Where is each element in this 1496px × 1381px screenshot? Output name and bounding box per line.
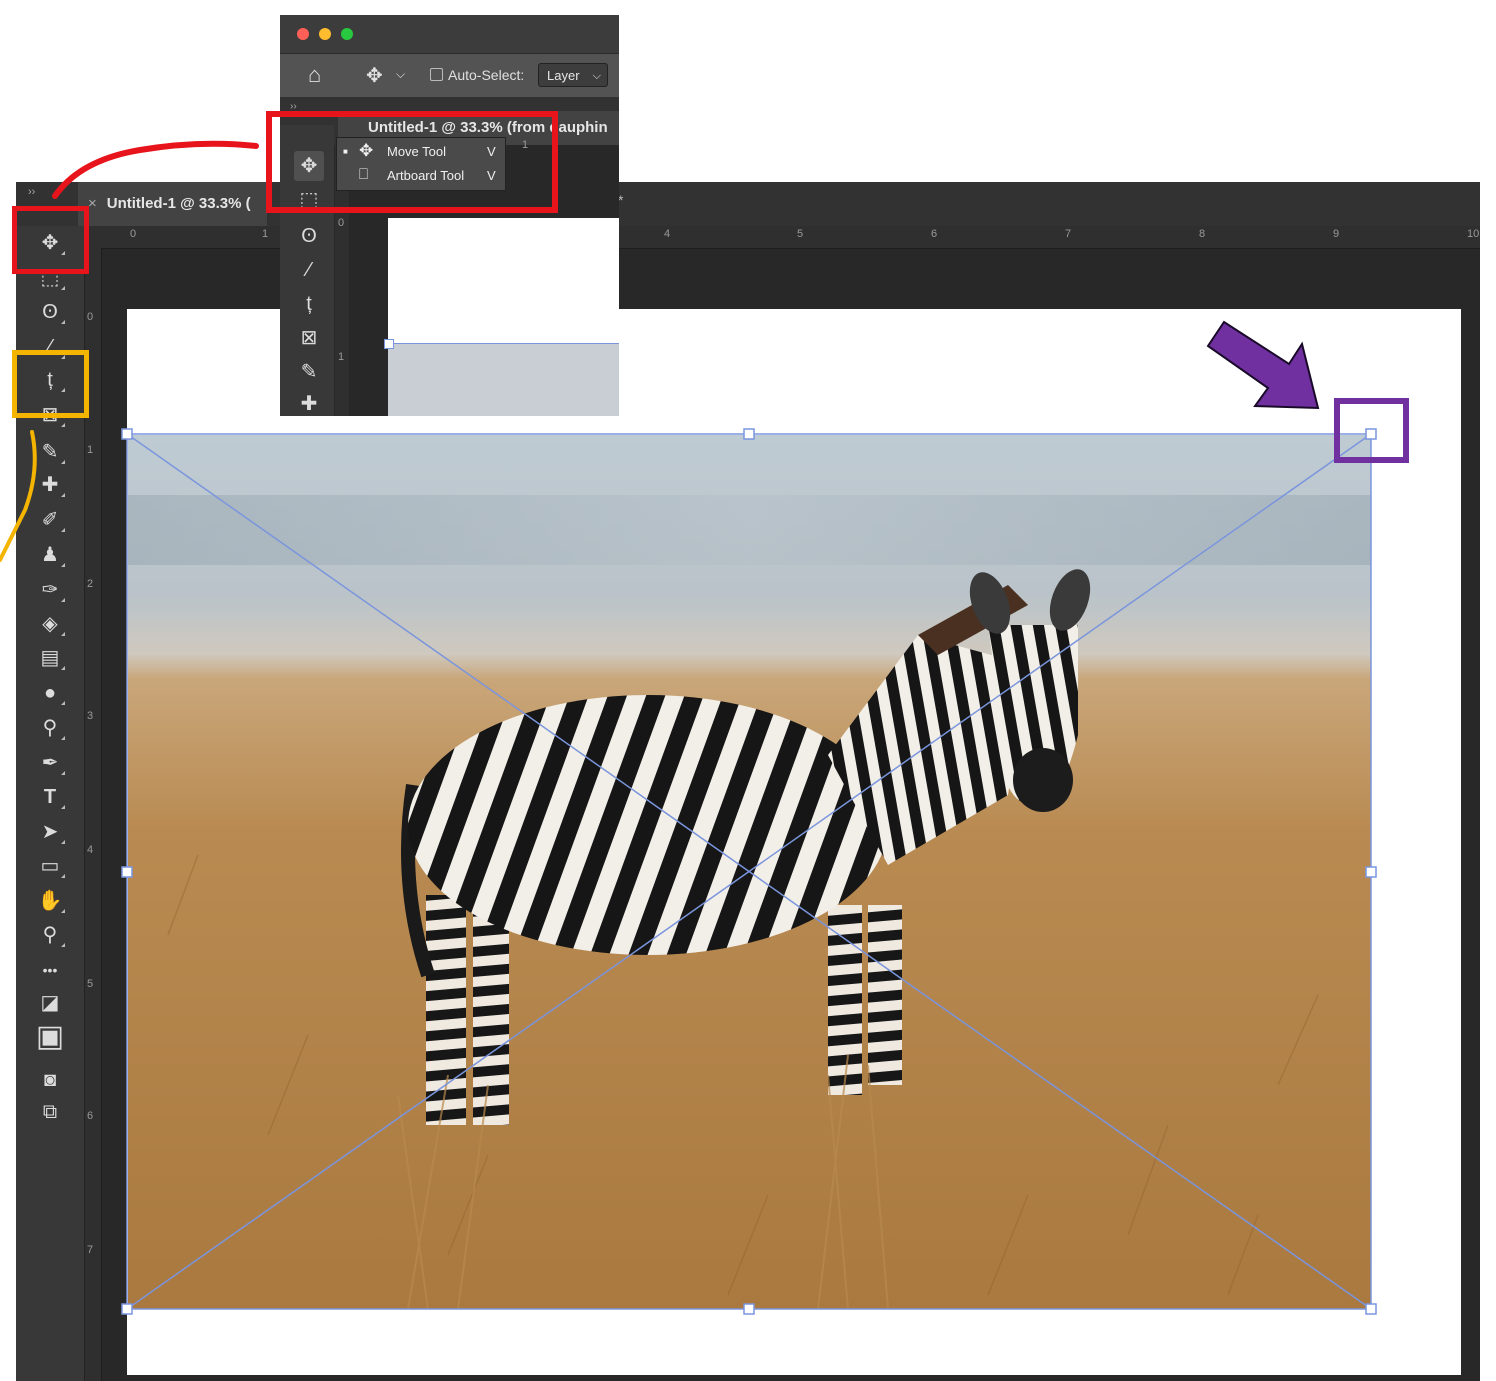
move-tool-icon[interactable]: ✥	[366, 63, 383, 88]
home-icon[interactable]: ⌂	[308, 62, 321, 88]
tool-group-indicator	[61, 563, 65, 567]
ruler-label: 7	[1065, 228, 1072, 240]
tool-group-indicator	[61, 493, 65, 497]
zebra-illustration	[167, 569, 1319, 1309]
ruler-label: 5	[797, 228, 804, 240]
tool-group-indicator	[61, 598, 65, 602]
history-brush-tool-icon[interactable]: ✑	[34, 575, 66, 605]
annotation-purple-box-corner	[1334, 398, 1409, 463]
zoom-inset: ⌂ ✥ ⌵ Auto-Select: Layer ⌵ ›› Untitled-1…	[280, 15, 619, 416]
ruler-label: 1	[262, 228, 269, 240]
inset-photo-frame	[388, 343, 619, 416]
quick-mask-icon[interactable]: ◙	[34, 1065, 66, 1095]
document-tab-title: Untitled-1 @ 33.3% (	[106, 195, 251, 212]
magic-wand-tool-icon[interactable]: ⁄	[294, 255, 324, 285]
tool-group-indicator	[61, 943, 65, 947]
resize-handle[interactable]	[384, 339, 394, 349]
tool-group-indicator	[61, 320, 65, 324]
brush-tool-icon[interactable]: ✐	[34, 505, 66, 535]
panel-collapse-icon[interactable]: ››	[28, 186, 35, 198]
ruler-label: 1	[338, 351, 345, 363]
healing-brush-tool-icon[interactable]: ✚	[294, 389, 324, 416]
screen-mode-icon[interactable]: ⧉	[34, 1097, 66, 1127]
window-titlebar	[280, 15, 619, 53]
close-tab-icon[interactable]: ×	[88, 195, 97, 212]
blur-tool-icon[interactable]: ●	[34, 678, 66, 708]
annotation-red-box-flyout	[266, 111, 558, 213]
path-selection-tool-icon[interactable]: ➤	[34, 817, 66, 847]
tool-group-indicator	[61, 460, 65, 464]
tool-group-indicator	[61, 423, 65, 427]
ruler-label: 0	[130, 228, 137, 240]
chevron-down-icon: ⌵	[592, 70, 601, 82]
ruler-label: 8	[1199, 228, 1206, 240]
ruler-label: 7	[87, 1244, 94, 1256]
ruler-label: 3	[87, 710, 94, 722]
tool-group-indicator	[61, 840, 65, 844]
tool-group-indicator	[61, 701, 65, 705]
tool-group-indicator	[61, 805, 65, 809]
dodge-tool-icon[interactable]: ⚲	[34, 713, 66, 743]
lasso-tool-icon[interactable]: ʘ	[294, 221, 324, 251]
rectangle-tool-icon[interactable]: ▭	[34, 851, 66, 881]
default-colors-icon[interactable]: ◪	[34, 988, 66, 1018]
document-tab-strip: ›› × Untitled-1 @ 33.3% ( *	[16, 182, 1480, 226]
close-window-icon[interactable]	[297, 28, 309, 40]
tool-group-indicator	[61, 909, 65, 913]
eyedropper-tool-icon[interactable]: ✎	[294, 357, 324, 387]
pen-tool-icon[interactable]: ✒	[34, 748, 66, 778]
ruler-label: 10	[1467, 228, 1480, 240]
tool-group-indicator	[61, 286, 65, 290]
ruler-label: 6	[87, 1110, 94, 1122]
document-tab[interactable]: × Untitled-1 @ 33.3% (	[78, 182, 267, 226]
annotation-red-box-move-tool	[12, 206, 89, 274]
zoom-window-icon[interactable]	[341, 28, 353, 40]
crop-tool-icon[interactable]: ț	[294, 289, 324, 319]
healing-brush-tool-icon[interactable]: ✚	[34, 470, 66, 500]
auto-select-checkbox[interactable]	[430, 68, 443, 81]
layer-select-value: Layer	[547, 68, 580, 83]
chevron-down-icon[interactable]: ⌵	[396, 67, 405, 82]
layer-select[interactable]: Layer ⌵	[538, 63, 608, 87]
lasso-tool-icon[interactable]: ʘ	[34, 297, 66, 327]
ruler-label: 9	[1333, 228, 1340, 240]
annotation-orange-box-crop-tool	[12, 350, 89, 418]
tool-group-indicator	[61, 736, 65, 740]
zoom-tool-icon[interactable]: ⚲	[34, 920, 66, 950]
ruler-label: 2	[87, 578, 94, 590]
tool-group-indicator	[61, 528, 65, 532]
tool-group-indicator	[61, 874, 65, 878]
hand-tool-icon[interactable]: ✋	[34, 886, 66, 916]
ruler-label: 1	[87, 444, 94, 456]
tool-group-indicator	[61, 632, 65, 636]
ruler-label: 0	[87, 311, 94, 323]
ruler-label: 5	[87, 978, 94, 990]
eraser-tool-icon[interactable]: ◈	[34, 609, 66, 639]
type-tool-icon[interactable]: T	[34, 782, 66, 812]
ruler-label: 4	[87, 844, 94, 856]
stamp-tool-icon[interactable]: ♟	[34, 540, 66, 570]
ruler-label: 4	[664, 228, 671, 240]
minimize-window-icon[interactable]	[319, 28, 331, 40]
auto-select-label: Auto-Select:	[448, 67, 525, 83]
zebra-photo[interactable]	[128, 435, 1371, 1309]
tool-group-indicator	[61, 771, 65, 775]
more-tools-icon[interactable]: •••	[34, 955, 66, 985]
frame-tool-icon[interactable]: ⊠	[294, 323, 324, 353]
ruler-label: 6	[931, 228, 938, 240]
gradient-tool-icon[interactable]: ▤	[34, 643, 66, 673]
foreground-background-colors-icon[interactable]: ▣	[34, 1022, 66, 1052]
ruler-label: 0	[338, 217, 345, 229]
options-bar: ⌂ ✥ ⌵ Auto-Select: Layer ⌵	[280, 53, 619, 98]
eyedropper-tool-icon[interactable]: ✎	[34, 437, 66, 467]
tool-group-indicator	[61, 666, 65, 670]
